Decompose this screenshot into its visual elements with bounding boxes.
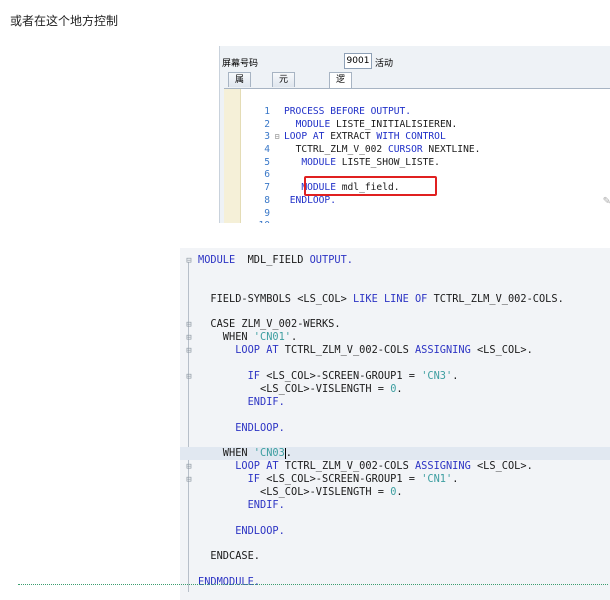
code-line: ENDMODULE. bbox=[198, 576, 260, 589]
line-number: 7 bbox=[264, 182, 270, 194]
screen-number-label: 屏幕号码 bbox=[222, 59, 259, 69]
flow-logic-editor[interactable]: 1 PROCESS BEFORE OUTPUT. 2 MODULE LISTE_IN… bbox=[224, 88, 610, 223]
flow-logic-code: 1 PROCESS BEFORE OUTPUT. 2 MODULE LISTE_IN… bbox=[240, 106, 610, 223]
code-line: <LS_COL>-VISLENGTH = 0. bbox=[198, 486, 403, 499]
screen-number-field[interactable]: 9001 bbox=[344, 53, 372, 69]
code-line: <LS_COL>-VISLENGTH = 0. bbox=[198, 382, 403, 395]
line-number: 6 bbox=[264, 169, 270, 181]
code-line: 5 MODULE LISTE_SHOW_LISTE. bbox=[240, 157, 610, 170]
code-line: ⊟ WHEN 'CN01'. bbox=[180, 331, 610, 344]
code-line: 2 MODULE LISTE_INITIALISIEREN. bbox=[240, 119, 610, 132]
code-line: 8 ENDLOOP. bbox=[240, 195, 610, 208]
code-line: ENDLOOP. bbox=[198, 524, 285, 537]
highlight-box bbox=[304, 176, 437, 196]
line-number: 9 bbox=[264, 207, 270, 219]
line-number: 1 bbox=[264, 106, 270, 117]
line-number: 4 bbox=[264, 144, 270, 156]
code-line: ⊟ CASE ZLM_V_002-WERKS. bbox=[180, 318, 610, 331]
code-line: ENDCASE. bbox=[198, 550, 260, 563]
line-number: 3 bbox=[264, 131, 270, 143]
screen-status: 活动 bbox=[375, 59, 394, 69]
line-number: 5 bbox=[264, 156, 270, 168]
code-line: 3 ⊟ LOOP AT EXTRACT WITH CONTROL bbox=[240, 131, 610, 144]
fold-icon[interactable]: ⊟ bbox=[270, 131, 284, 144]
code-line: 9 bbox=[240, 208, 610, 221]
code-line: ⊟ LOOP AT TCTRL_ZLM_V_002-COLS ASSIGNING… bbox=[180, 344, 610, 357]
code-line: ⊟ MODULE MDL_FIELD OUTPUT. bbox=[180, 254, 610, 267]
code-line: ENDIF. bbox=[198, 395, 285, 408]
scroll-handle-icon: ✎ bbox=[603, 196, 610, 207]
code-line: ENDIF. bbox=[198, 498, 285, 511]
screen-header: 屏幕号码 9001 活动 bbox=[220, 46, 610, 72]
editor-end-line bbox=[18, 584, 608, 585]
module-code: ⊟ MODULE MDL_FIELD OUTPUT. FIELD-SYMBOLS … bbox=[180, 254, 610, 589]
line-number: 2 bbox=[264, 118, 270, 130]
editor-gutter bbox=[224, 89, 241, 223]
tab-element-list[interactable]: 元素清单 bbox=[272, 72, 296, 127]
abap-editor-screenshot[interactable]: ⊟ MODULE MDL_FIELD OUTPUT. FIELD-SYMBOLS … bbox=[180, 248, 610, 600]
tab-flow-logic[interactable]: 逻辑流 bbox=[329, 72, 353, 113]
code-line: ENDLOOP. bbox=[198, 421, 285, 434]
intro-text: 或者在这个地方控制 bbox=[10, 14, 119, 28]
code-line: WHEN 'CN03. bbox=[180, 447, 610, 461]
line-number: 8 bbox=[264, 194, 270, 206]
code-line: ⊟ IF <LS_COL>-SCREEN-GROUP1 = 'CN3'. bbox=[180, 370, 610, 383]
code-line: 4 TCTRL_ZLM_V_002 CURSOR NEXTLINE. bbox=[240, 144, 610, 157]
screen-painter-screenshot: 屏幕号码 9001 活动 属性 元素清单 逻辑流 1PROCESS BEFORE… bbox=[219, 46, 610, 223]
line-number: 10 bbox=[240, 220, 270, 223]
code-line: 1 PROCESS BEFORE OUTPUT. bbox=[240, 106, 610, 119]
tab-attributes[interactable]: 属性 bbox=[228, 72, 252, 99]
code-line: FIELD-SYMBOLS <LS_COL> LIKE LINE OF TCTR… bbox=[198, 292, 564, 305]
code-line: ⊟ IF <LS_COL>-SCREEN-GROUP1 = 'CN1'. bbox=[180, 473, 610, 486]
code-line: ⊟ LOOP AT TCTRL_ZLM_V_002-COLS ASSIGNING… bbox=[180, 460, 610, 473]
code-line: 10 bbox=[240, 220, 610, 223]
